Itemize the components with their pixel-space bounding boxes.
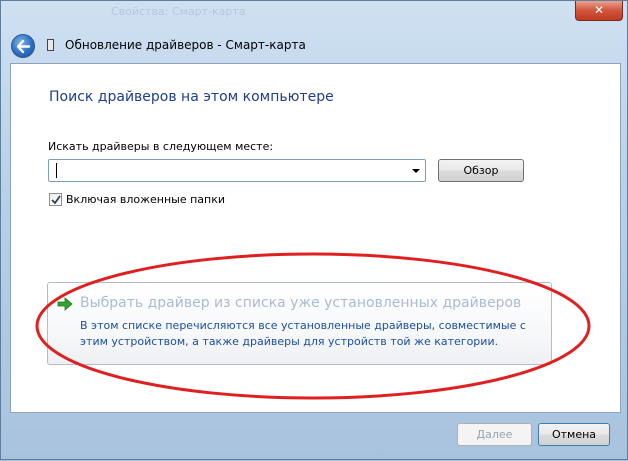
dialog-window: Свойства: Смарт-карта ✕ Обновление драйв…	[0, 0, 628, 460]
search-location-label: Искать драйверы в следующем месте:	[48, 140, 274, 153]
search-path-combobox[interactable]	[48, 159, 426, 182]
include-subfolders-checkbox[interactable]	[49, 193, 62, 206]
checkmark-icon	[51, 195, 61, 205]
device-icon	[47, 39, 54, 51]
browse-button[interactable]: Обзор	[438, 159, 524, 182]
search-path-input[interactable]	[53, 162, 393, 179]
command-link-title: Выбрать драйвер из списка уже установлен…	[80, 295, 522, 311]
command-link-description: В этом списке перечисляются все установл…	[80, 319, 526, 348]
text-caret	[56, 163, 57, 178]
next-button[interactable]: Далее	[457, 423, 532, 446]
window-title: Обновление драйверов - Смарт-карта	[65, 38, 306, 52]
back-arrow-icon	[16, 39, 31, 54]
pick-from-list-command-link[interactable]: Выбрать драйвер из списка уже установлен…	[47, 282, 552, 365]
dropdown-arrow-icon[interactable]	[412, 169, 420, 173]
close-button[interactable]: ✕	[575, 1, 623, 21]
back-button[interactable]	[11, 34, 35, 58]
background-window-title: Свойства: Смарт-карта	[111, 5, 246, 18]
page-title: Поиск драйверов на этом компьютере	[49, 89, 334, 105]
green-arrow-icon	[57, 297, 73, 311]
cancel-button[interactable]: Отмена	[538, 423, 610, 446]
wizard-content: Поиск драйверов на этом компьютере Искат…	[10, 63, 621, 413]
include-subfolders-label: Включая вложенные папки	[66, 193, 226, 206]
